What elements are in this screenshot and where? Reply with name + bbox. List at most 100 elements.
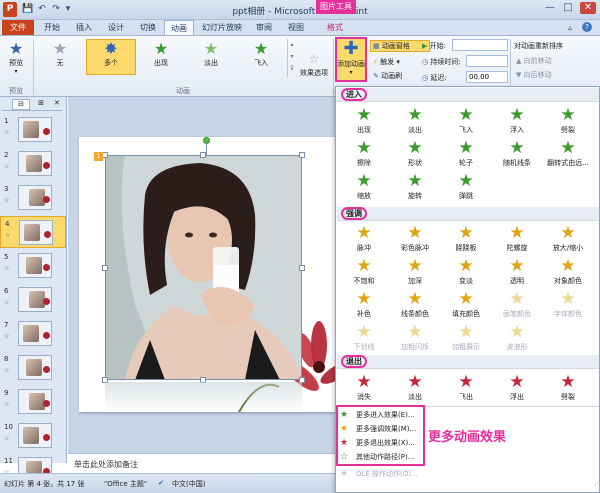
- entrance-effect-item[interactable]: ★ 轮子: [441, 138, 491, 170]
- slide-thumbnail-row[interactable]: 9 ☆: [0, 386, 66, 418]
- tab-insert[interactable]: 插入: [70, 20, 98, 35]
- effect-star-icon: ★: [509, 223, 525, 243]
- add-animation-button[interactable]: ✚ 添加动画 ▾: [335, 37, 367, 82]
- selected-photo[interactable]: [105, 155, 302, 380]
- emphasis-effect-item[interactable]: ★ 加深: [390, 256, 440, 288]
- entrance-effect-item[interactable]: ★ 飞入: [441, 105, 491, 137]
- start-select-input[interactable]: [452, 39, 508, 51]
- slide-thumbnail-row[interactable]: 3 ☆: [0, 182, 66, 214]
- emphasis-effect-item[interactable]: ★ 跷跷板: [441, 223, 491, 255]
- tab-transitions[interactable]: 切换: [134, 20, 162, 35]
- entrance-effect-item[interactable]: ★ 浮入: [492, 105, 542, 137]
- exit-effect-item[interactable]: ★ 浮出: [492, 372, 542, 404]
- resize-handle[interactable]: [102, 265, 108, 271]
- emphasis-effect-item[interactable]: ★ 填充颜色: [441, 289, 491, 321]
- emphasis-effect-item: ★ 加粗展示: [441, 322, 491, 354]
- slide-thumbnail-row[interactable]: 6 ☆: [0, 284, 66, 316]
- delay-clock-icon: ◷: [422, 74, 429, 82]
- tab-animations[interactable]: 动画: [164, 20, 194, 35]
- exit-effect-item[interactable]: ★ 消失: [339, 372, 389, 404]
- anim-multiple-button[interactable]: ✸ 多个: [86, 39, 136, 75]
- emphasis-effect-item[interactable]: ★ 透明: [492, 256, 542, 288]
- effect-options-button[interactable]: ☆ 效果选项: [297, 50, 331, 78]
- move-later-button[interactable]: ▼ 向后移动: [516, 70, 552, 80]
- duration-input[interactable]: [466, 55, 508, 67]
- help-icon[interactable]: ?: [582, 22, 592, 32]
- move-earlier-button[interactable]: ▲ 向前移动: [516, 56, 552, 66]
- resize-handle[interactable]: [299, 152, 305, 158]
- trigger-button[interactable]: ⚡ 触发 ▾: [370, 56, 430, 68]
- tab-slides[interactable]: ⊟: [12, 99, 30, 110]
- preview-button[interactable]: ★ 预览 ▾: [4, 40, 28, 76]
- slide-animation-star-icon: ☆: [4, 163, 10, 170]
- delay-field[interactable]: [466, 71, 508, 83]
- maximize-button[interactable]: □: [560, 2, 576, 14]
- slide-thumbnail-row[interactable]: 7 ☆: [0, 318, 66, 350]
- slide-thumbnail-row[interactable]: 10 ☆: [0, 420, 66, 452]
- effect-star-icon: ★: [560, 256, 576, 276]
- entrance-effect-item[interactable]: ★ 擦除: [339, 138, 389, 170]
- emphasis-effect-item[interactable]: ★ 补色: [339, 289, 389, 321]
- entrance-effect-item[interactable]: ★ 形状: [390, 138, 440, 170]
- tab-design[interactable]: 设计: [102, 20, 130, 35]
- close-button[interactable]: ✕: [580, 2, 596, 14]
- entrance-effect-item[interactable]: ★ 淡出: [390, 105, 440, 137]
- slide-thumbnail-row[interactable]: 2 ☆: [0, 148, 66, 180]
- delay-input[interactable]: [466, 71, 508, 83]
- slide-animation-star-icon: ☆: [4, 401, 10, 408]
- emphasis-effect-item[interactable]: ★ 陀螺旋: [492, 223, 542, 255]
- emphasis-effect-item[interactable]: ★ 放大/缩小: [543, 223, 593, 255]
- animation-pane-button[interactable]: ▦ 动画窗格: [370, 40, 430, 52]
- entrance-effect-item[interactable]: ★ 劈裂: [543, 105, 593, 137]
- effect-star-icon: ★: [458, 105, 474, 125]
- duration-field[interactable]: [466, 55, 508, 67]
- animation-order-tag[interactable]: 1: [94, 152, 103, 161]
- emphasis-effect-item[interactable]: ★ 对象颜色: [543, 256, 593, 288]
- entrance-effect-item[interactable]: ★ 出现: [339, 105, 389, 137]
- start-select[interactable]: [452, 39, 508, 51]
- slide-thumbnail-row[interactable]: 8 ☆: [0, 352, 66, 384]
- notes-pane[interactable]: 单击此处添加备注: [68, 453, 335, 473]
- anim-appear-button[interactable]: ★ 出现: [143, 40, 179, 74]
- exit-effect-item[interactable]: ★ 淡出: [390, 372, 440, 404]
- minimize-button[interactable]: —: [542, 2, 558, 14]
- emphasis-effect-item[interactable]: ★ 线条颜色: [390, 289, 440, 321]
- effect-star-icon: ★: [407, 322, 423, 342]
- anim-fade-button[interactable]: ★ 淡出: [193, 40, 229, 74]
- entrance-effect-item[interactable]: ★ 翻转式由远...: [543, 138, 593, 170]
- anim-fly-button[interactable]: ★ 飞入: [243, 40, 279, 74]
- anim-none-button[interactable]: ★ 无: [42, 40, 78, 74]
- slide-thumbnail-row[interactable]: 1 ☆: [0, 114, 66, 146]
- language-status[interactable]: 中文(中国): [172, 479, 205, 489]
- tab-review[interactable]: 审阅: [250, 20, 278, 35]
- thumbnail-photo: [23, 427, 39, 444]
- entrance-effect-item[interactable]: ★ 缩放: [339, 171, 389, 203]
- ribbon-minimize-icon[interactable]: ▵: [568, 23, 572, 32]
- tab-slideshow[interactable]: 幻灯片放映: [198, 20, 246, 35]
- tab-outline[interactable]: ⊞: [32, 99, 50, 110]
- tab-format[interactable]: 格式: [318, 20, 352, 35]
- slide-thumbnail-row[interactable]: 5 ☆: [0, 250, 66, 282]
- exit-effect-item[interactable]: ★ 劈裂: [543, 372, 593, 404]
- spellcheck-icon[interactable]: ✔: [158, 479, 164, 487]
- emphasis-effect-item[interactable]: ★ 脉冲: [339, 223, 389, 255]
- effect-label: 线条颜色: [401, 310, 429, 318]
- tab-file[interactable]: 文件: [2, 20, 34, 35]
- tab-home[interactable]: 开始: [38, 20, 66, 35]
- emphasis-effect-item[interactable]: ★ 变淡: [441, 256, 491, 288]
- resize-handle[interactable]: [299, 265, 305, 271]
- tab-view[interactable]: 视图: [282, 20, 310, 35]
- animation-painter-button[interactable]: ✎ 动画刷: [370, 70, 430, 82]
- slide-thumbnail-row[interactable]: 4 ☆: [0, 216, 66, 248]
- entrance-effect-item[interactable]: ★ 旋转: [390, 171, 440, 203]
- exit-effect-item[interactable]: ★ 飞出: [441, 372, 491, 404]
- emphasis-effect-item[interactable]: ★ 彩色脉冲: [390, 223, 440, 255]
- emphasis-effect-item[interactable]: ★ 不饱和: [339, 256, 389, 288]
- gallery-scroll[interactable]: ▴ ▾ ⊽: [287, 39, 296, 77]
- entrance-effect-item[interactable]: ★ 随机线条: [492, 138, 542, 170]
- close-pane-icon[interactable]: ✕: [54, 99, 60, 107]
- resize-grip-icon[interactable]: ⋰: [594, 479, 600, 487]
- effect-label: 加粗闪烁: [401, 343, 429, 351]
- entrance-effect-item[interactable]: ★ 弹跳: [441, 171, 491, 203]
- resize-handle[interactable]: [200, 152, 206, 158]
